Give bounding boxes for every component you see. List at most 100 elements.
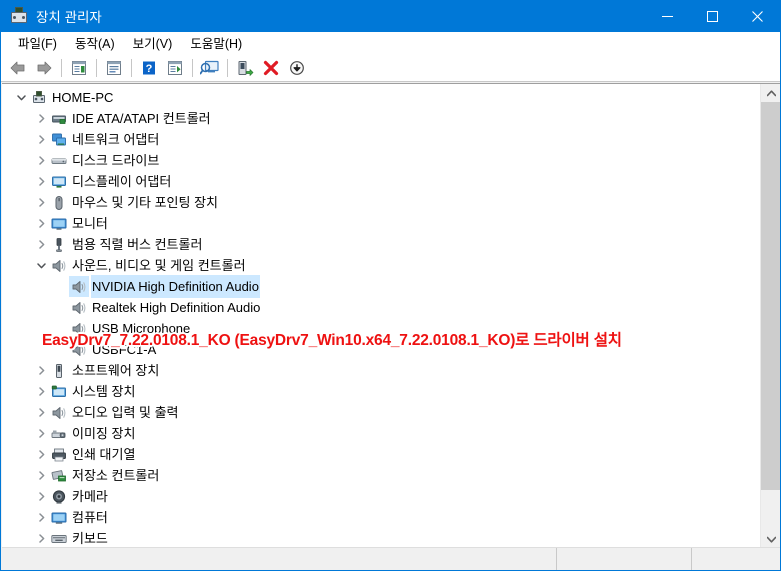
separator (131, 58, 132, 77)
minimize-button[interactable] (645, 0, 690, 32)
scroll-thumb[interactable] (761, 102, 780, 490)
imaging-device-icon (49, 423, 69, 444)
tree-item[interactable]: 범용 직렬 버스 컨트롤러 (2, 234, 760, 255)
ide-controller-icon (49, 108, 69, 129)
chevron-right-icon[interactable] (33, 486, 49, 507)
menu-view[interactable]: 보기(V) (124, 31, 182, 54)
chevron-right-icon[interactable] (33, 381, 49, 402)
scroll-up-button[interactable] (761, 84, 780, 102)
scroll-down-button[interactable] (761, 530, 780, 548)
tree-item[interactable]: 저장소 컨트롤러 (2, 465, 760, 486)
uninstall-device-icon[interactable] (258, 56, 284, 80)
device-manager-window: 장치 관리자 파일(F) 동작(A) 보기(V) 도움말(H) ? HOME-P… (0, 0, 781, 571)
enable-device-icon[interactable] (232, 56, 258, 80)
tree-item-label: 저장소 컨트롤러 (72, 468, 160, 483)
tree-scrollbar[interactable] (760, 84, 780, 548)
chevron-right-icon[interactable] (33, 108, 49, 129)
chevron-down-icon[interactable] (13, 87, 29, 108)
chevron-right-icon[interactable] (33, 150, 49, 171)
tree-item-label: 모니터 (72, 216, 108, 231)
tree-item[interactable]: 소프트웨어 장치 (2, 360, 760, 381)
tree-item[interactable]: 디스크 드라이브 (2, 150, 760, 171)
camera-icon (49, 486, 69, 507)
computer-icon (29, 87, 49, 108)
tree-item[interactable]: 키보드 (2, 528, 760, 548)
tree-item[interactable]: USB Microphone (2, 318, 760, 339)
toolbar: ? (1, 54, 780, 82)
tree-item-label: 네트워크 어댑터 (72, 132, 160, 147)
tree-item[interactable]: 시스템 장치 (2, 381, 760, 402)
tree-item[interactable]: USBFC1-A (2, 339, 760, 360)
sound-icon (69, 339, 89, 360)
audio-io-icon (49, 402, 69, 423)
close-button[interactable] (735, 0, 780, 32)
tree-item[interactable]: 사운드, 비디오 및 게임 컨트롤러 (2, 255, 760, 276)
tree-root-item[interactable]: HOME-PC (2, 87, 760, 108)
tree-item[interactable]: 마우스 및 기타 포인팅 장치 (2, 192, 760, 213)
status-panel-3 (691, 547, 780, 570)
tree-item[interactable]: 카메라 (2, 486, 760, 507)
chevron-right-icon[interactable] (33, 129, 49, 150)
chevron-right-icon[interactable] (33, 234, 49, 255)
back-arrow-icon[interactable] (5, 56, 31, 80)
scan-hardware-changes-icon[interactable] (197, 56, 223, 80)
device-tree[interactable]: HOME-PC IDE ATA/ATAPI 컨트롤러네트워크 어댑터디스크 드라이… (2, 84, 760, 548)
tree-item-label: NVIDIA High Definition Audio (92, 276, 259, 297)
window-controls (645, 0, 780, 32)
tree-item[interactable]: NVIDIA High Definition Audio (2, 276, 760, 297)
chevron-right-icon[interactable] (33, 402, 49, 423)
tree-item-label: 이미징 장치 (72, 426, 136, 441)
tree-item-label: IDE ATA/ATAPI 컨트롤러 (72, 111, 211, 126)
mouse-icon (49, 192, 69, 213)
forward-arrow-icon[interactable] (31, 56, 57, 80)
tree-item-label: 카메라 (72, 489, 108, 504)
tree-item-label: USBFC1-A (92, 342, 157, 357)
software-device-icon (49, 360, 69, 381)
chevron-right-icon[interactable] (33, 507, 49, 528)
sound-icon (69, 318, 89, 339)
tree-item[interactable]: 디스플레이 어댑터 (2, 171, 760, 192)
menu-bar: 파일(F) 동작(A) 보기(V) 도움말(H) (1, 32, 780, 54)
tree-item-label: USB Microphone (92, 321, 191, 336)
chevron-right-icon[interactable] (33, 171, 49, 192)
tree-root-label: HOME-PC (52, 90, 114, 105)
tree-item-label: 소프트웨어 장치 (72, 363, 160, 378)
help-icon[interactable]: ? (136, 56, 162, 80)
chevron-right-icon[interactable] (33, 213, 49, 234)
maximize-button[interactable] (690, 0, 735, 32)
tree-item-label: Realtek High Definition Audio (92, 300, 261, 315)
tree-item[interactable]: 오디오 입력 및 출력 (2, 402, 760, 423)
disk-drive-icon (49, 150, 69, 171)
menu-help[interactable]: 도움말(H) (181, 31, 251, 54)
tree-item[interactable]: 모니터 (2, 213, 760, 234)
disable-device-icon[interactable] (284, 56, 310, 80)
tree-item[interactable]: IDE ATA/ATAPI 컨트롤러 (2, 108, 760, 129)
separator (227, 58, 228, 77)
system-device-icon (49, 381, 69, 402)
tree-item[interactable]: 인쇄 대기열 (2, 444, 760, 465)
chevron-right-icon[interactable] (33, 423, 49, 444)
chevron-right-icon[interactable] (33, 465, 49, 486)
tree-item[interactable]: Realtek High Definition Audio (2, 297, 760, 318)
chevron-right-icon[interactable] (33, 444, 49, 465)
show-hidden-devices-icon[interactable] (66, 56, 92, 80)
tree-item[interactable]: 이미징 장치 (2, 423, 760, 444)
storage-controller-icon (49, 465, 69, 486)
tree-item-label: 디스플레이 어댑터 (72, 174, 172, 189)
properties-icon[interactable] (101, 56, 127, 80)
tree-item[interactable]: 컴퓨터 (2, 507, 760, 528)
menu-file[interactable]: 파일(F) (9, 31, 66, 54)
update-driver-icon[interactable] (162, 56, 188, 80)
tree-item-label: 인쇄 대기열 (72, 447, 136, 462)
menu-action[interactable]: 동작(A) (66, 31, 124, 54)
tree-item-label: 범용 직렬 버스 컨트롤러 (72, 237, 203, 252)
chevron-right-icon[interactable] (33, 528, 49, 548)
device-manager-icon (10, 7, 28, 25)
status-bar (2, 547, 780, 570)
chevron-right-icon[interactable] (33, 360, 49, 381)
chevron-down-icon[interactable] (33, 255, 49, 276)
tree-item[interactable]: 네트워크 어댑터 (2, 129, 760, 150)
chevron-right-icon[interactable] (33, 192, 49, 213)
tree-item-label: 오디오 입력 및 출력 (72, 405, 179, 420)
